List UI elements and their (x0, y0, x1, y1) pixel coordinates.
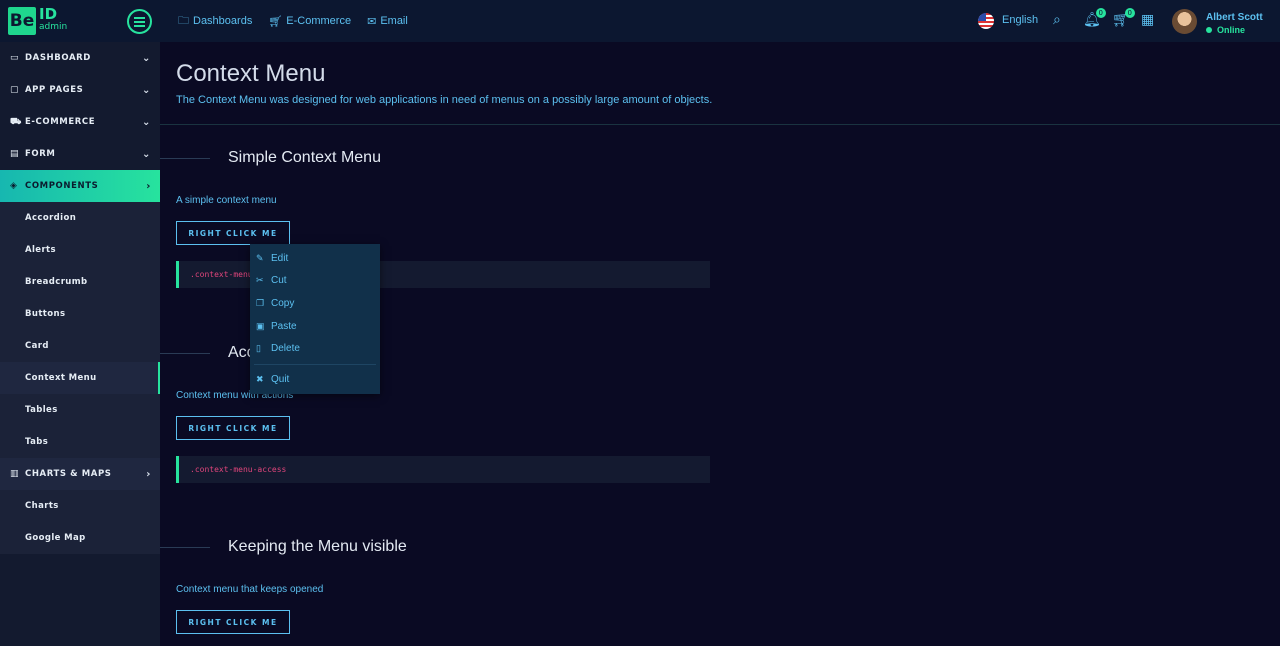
right-click-button-access[interactable]: RIGHT CLICK ME (176, 416, 290, 440)
logo-name: ID (39, 5, 58, 23)
context-menu-paste[interactable]: ▣ Paste (250, 315, 380, 338)
cart-icon: 🛒︎ (268, 15, 283, 28)
avatar[interactable] (1172, 9, 1197, 34)
chevron-down-icon: ⌄ (142, 116, 151, 128)
sidebar-sub-buttons[interactable]: Buttons (0, 298, 160, 330)
sidebar-item-dashboard[interactable]: ▭ DASHBOARD ⌄ (0, 42, 160, 74)
pages-icon: ▢ (10, 85, 20, 95)
sidebar-sub-tables[interactable]: Tables (0, 394, 160, 426)
language-selector[interactable]: English (1002, 14, 1038, 26)
sidebar-sub-google-map[interactable]: Google Map (0, 522, 160, 554)
top-bar: Be ID admin 🗀 Dashboards 🛒︎ E-Commerce ✉ Em… (0, 0, 1280, 42)
edit-icon: ✎ (256, 252, 264, 263)
close-icon: ✖ (256, 373, 264, 384)
sidebar-sub-charts[interactable]: Charts (0, 490, 160, 522)
scissors-icon: ✂ (256, 275, 264, 286)
logo[interactable]: Be ID admin (8, 7, 67, 35)
bell-icon[interactable]: 🔔︎ 0 (1083, 8, 1106, 28)
section-line (160, 353, 210, 354)
chevron-down-icon: ⌄ (142, 148, 151, 160)
mail-icon: ✉ (367, 15, 377, 28)
context-menu-separator (254, 363, 376, 365)
charts-submenu: Charts Google Map (0, 490, 160, 554)
cube-icon: ◈ (10, 181, 18, 191)
section-title-visible: Keeping the Menu visible (228, 538, 407, 555)
topnav-dashboards[interactable]: 🗀 Dashboards (178, 12, 252, 31)
context-menu: ✎ Edit ✂ Cut ❐ Copy ▣ Paste ▯ Delete ✖ Quit (250, 244, 380, 394)
sidebar-sub-alerts[interactable]: Alerts (0, 234, 160, 266)
search-icon[interactable]: ⌕ (1053, 12, 1061, 28)
chevron-right-icon: › (146, 180, 151, 192)
notification-badge: 0 (1095, 8, 1106, 18)
sidebar-item-charts-maps[interactable]: ▥ CHARTS & MAPS › (0, 458, 160, 490)
cart-badge: 0 (1124, 8, 1135, 18)
chevron-down-icon: ⌄ (142, 84, 151, 96)
sidebar-item-ecommerce[interactable]: ⛟ E-COMMERCE ⌄ (0, 106, 160, 138)
context-menu-edit[interactable]: ✎ Edit (250, 247, 380, 270)
trash-icon: ▯ (256, 343, 261, 354)
sidebar: ▭ DASHBOARD ⌄ ▢ APP PAGES ⌄ ⛟ E-COMMERCE ⌄ ▤ FO… (0, 42, 160, 646)
bar-chart-icon: ▥ (10, 469, 20, 479)
online-dot-icon (1206, 27, 1212, 33)
section-desc-simple: A simple context menu (176, 195, 277, 206)
sidebar-item-form[interactable]: ▤ FORM ⌄ (0, 138, 160, 170)
form-icon: ▤ (10, 149, 20, 159)
sidebar-item-components[interactable]: ◈ COMPONENTS › (0, 170, 160, 202)
right-click-button-simple[interactable]: RIGHT CLICK ME (176, 221, 290, 245)
top-nav: 🗀 Dashboards 🛒︎ E-Commerce ✉ Email (178, 0, 424, 42)
cart-icon: ⛟ (10, 116, 22, 127)
section-title-simple: Simple Context Menu (228, 149, 381, 166)
chevron-down-icon: ⌄ (142, 52, 151, 64)
topnav-ecommerce[interactable]: 🛒︎ E-Commerce (268, 15, 351, 28)
us-flag-icon[interactable] (978, 13, 994, 29)
logo-mark: Be (8, 7, 36, 35)
right-click-button-visible[interactable]: RIGHT CLICK ME (176, 610, 290, 634)
sidebar-sub-breadcrumb[interactable]: Breadcrumb (0, 266, 160, 298)
hamburger-icon (134, 20, 145, 23)
cart-icon[interactable]: 🛒︎ 0 (1112, 8, 1135, 28)
page-subtitle: The Context Menu was designed for web ap… (176, 94, 713, 106)
context-menu-copy[interactable]: ❐ Copy (250, 292, 380, 315)
components-submenu: Accordion Alerts Breadcrumb Buttons Card… (0, 202, 160, 458)
copy-icon: ❐ (256, 297, 265, 308)
context-menu-quit[interactable]: ✖ Quit (250, 368, 380, 391)
sidebar-item-app-pages[interactable]: ▢ APP PAGES ⌄ (0, 74, 160, 106)
section-line (160, 158, 210, 159)
code-block-access: .context-menu-access (176, 456, 710, 483)
topnav-email[interactable]: ✉ Email (367, 15, 408, 28)
divider (160, 124, 1280, 125)
sidebar-sub-context-menu[interactable]: Context Menu (0, 362, 160, 394)
user-name[interactable]: Albert Scott (1206, 12, 1263, 23)
sidebar-sub-tabs[interactable]: Tabs (0, 426, 160, 458)
chevron-right-icon: › (146, 468, 151, 480)
monitor-icon: ▭ (10, 53, 20, 63)
folder-icon: 🗀 (178, 14, 189, 27)
apps-grid-icon[interactable]: ▦ (1141, 12, 1154, 28)
paste-icon: ▣ (256, 320, 265, 331)
section-line (160, 547, 210, 548)
section-desc-visible: Context menu that keeps opened (176, 584, 324, 595)
page-title: Context Menu (176, 60, 326, 87)
sidebar-sub-card[interactable]: Card (0, 330, 160, 362)
sidebar-sub-accordion[interactable]: Accordion (0, 202, 160, 234)
logo-sub: admin (39, 22, 68, 32)
menu-toggle-button[interactable] (127, 9, 152, 34)
user-status: Online (1206, 25, 1245, 35)
context-menu-delete[interactable]: ▯ Delete (250, 337, 380, 360)
context-menu-cut[interactable]: ✂ Cut (250, 270, 380, 293)
